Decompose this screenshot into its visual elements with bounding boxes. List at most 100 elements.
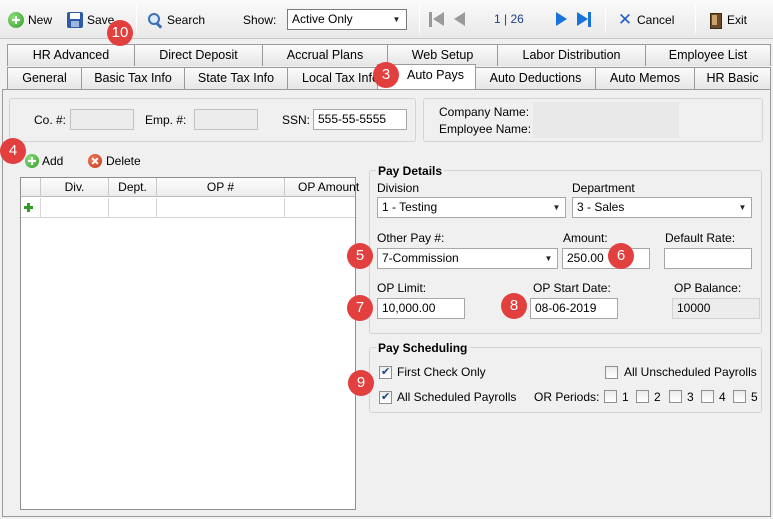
- period-1-label: 1: [622, 390, 629, 404]
- tab-state-tax-info[interactable]: State Tax Info: [184, 67, 288, 89]
- amount-label: Amount:: [563, 231, 608, 245]
- grid-header-div[interactable]: Div.: [41, 178, 109, 197]
- callout-badge: 8: [501, 293, 527, 319]
- cancel-icon: ✕: [617, 10, 633, 29]
- all-unscheduled-payrolls-checkbox[interactable]: [605, 366, 618, 379]
- tab-basic-tax-info[interactable]: Basic Tax Info: [81, 67, 185, 89]
- callout-badge: 3: [373, 62, 399, 88]
- period-2-checkbox[interactable]: [636, 390, 649, 403]
- names-display: [533, 102, 679, 138]
- previous-icon: [454, 12, 465, 26]
- next-record-button[interactable]: [555, 12, 571, 27]
- last-record-icon: [577, 12, 588, 26]
- add-icon: [25, 154, 39, 168]
- table-cell[interactable]: [109, 198, 157, 218]
- pay-details-title: Pay Details: [376, 164, 445, 178]
- grid-header-op-number[interactable]: OP #: [157, 178, 285, 197]
- other-pay-label: Other Pay #:: [377, 231, 445, 245]
- last-record-button[interactable]: [577, 12, 593, 27]
- default-rate-label: Default Rate:: [665, 231, 736, 245]
- tab-local-tax-info[interactable]: Local Tax Info: [287, 67, 378, 89]
- table-cell[interactable]: [285, 198, 357, 218]
- callout-badge: 4: [0, 138, 26, 164]
- tab-employee-list[interactable]: Employee List: [645, 44, 771, 66]
- grid-header-indicator: [21, 178, 41, 197]
- add-row-label: Add: [42, 154, 64, 168]
- tab-direct-deposit[interactable]: Direct Deposit: [134, 44, 263, 66]
- exit-button[interactable]: Exit: [707, 11, 747, 29]
- new-button[interactable]: New: [8, 11, 52, 29]
- tab-labor-distribution[interactable]: Labor Distribution: [497, 44, 646, 66]
- period-5-label: 5: [751, 390, 758, 404]
- table-cell[interactable]: [157, 198, 285, 218]
- emp-number-label: Emp. #:: [145, 113, 187, 127]
- period-1-checkbox[interactable]: [604, 390, 617, 403]
- other-pay-select[interactable]: 7-Commission ▼: [377, 248, 558, 269]
- chevron-down-icon: ▼: [738, 203, 747, 212]
- toolbar-separator: [136, 5, 137, 33]
- ssn-field[interactable]: 555-55-5555: [313, 109, 407, 130]
- department-value: 3 - Sales: [577, 200, 625, 214]
- or-periods-label: OR Periods:: [534, 390, 600, 404]
- division-label: Division: [377, 181, 420, 195]
- amount-field[interactable]: 250.00: [562, 248, 650, 269]
- table-cell[interactable]: [41, 198, 109, 218]
- op-start-date-label: OP Start Date:: [533, 281, 611, 295]
- co-number-label: Co. #:: [34, 113, 67, 127]
- delete-row-label: Delete: [106, 154, 141, 168]
- department-select[interactable]: 3 - Sales ▼: [572, 197, 752, 218]
- show-filter-value: Active Only: [292, 12, 353, 26]
- next-icon: [556, 12, 567, 26]
- tab-hr-advanced[interactable]: HR Advanced: [7, 44, 135, 66]
- tab-web-setup[interactable]: Web Setup: [387, 44, 498, 66]
- grid-header-op-amount[interactable]: OP Amount: [285, 178, 377, 197]
- division-value: 1 - Testing: [382, 200, 438, 214]
- all-unscheduled-payrolls-label: All Unscheduled Payrolls: [624, 365, 757, 379]
- default-rate-field[interactable]: [664, 248, 752, 269]
- tab-hr-basic[interactable]: HR Basic: [694, 67, 771, 89]
- period-2-label: 2: [654, 390, 661, 404]
- delete-row-button[interactable]: Delete: [88, 154, 141, 168]
- save-button[interactable]: Save: [67, 11, 114, 29]
- toolbar-separator: [419, 5, 420, 33]
- tab-auto-memos[interactable]: Auto Memos: [595, 67, 695, 89]
- previous-record-button[interactable]: [452, 12, 468, 27]
- ssn-label: SSN:: [282, 113, 311, 127]
- search-icon: [147, 12, 163, 28]
- auto-pays-grid[interactable]: Div. Dept. OP # OP Amount: [20, 177, 359, 510]
- period-4-checkbox[interactable]: [701, 390, 714, 403]
- save-icon: [67, 12, 83, 28]
- employee-name-label: Employee Name:: [439, 122, 532, 136]
- tab-accrual-plans[interactable]: Accrual Plans: [262, 44, 388, 66]
- all-scheduled-payrolls-checkbox[interactable]: [379, 390, 392, 404]
- grid-header: Div. Dept. OP # OP Amount: [21, 178, 359, 197]
- cancel-button[interactable]: ✕ Cancel: [617, 11, 674, 29]
- add-row-button[interactable]: Add: [25, 154, 63, 168]
- period-5-checkbox[interactable]: [733, 390, 746, 403]
- toolbar-separator: [605, 5, 606, 33]
- search-button[interactable]: Search: [147, 11, 205, 29]
- first-check-only-label: First Check Only: [397, 365, 486, 379]
- search-label: Search: [167, 13, 206, 27]
- first-check-only-checkbox[interactable]: [379, 365, 392, 379]
- op-start-date-field[interactable]: 08-06-2019: [530, 298, 618, 319]
- first-record-icon: [429, 12, 432, 27]
- record-position: 1 | 26: [494, 12, 524, 26]
- show-filter-select[interactable]: Active Only ▼: [287, 9, 407, 30]
- toolbar-separator: [695, 5, 696, 33]
- callout-badge: 5: [347, 243, 373, 269]
- period-3-checkbox[interactable]: [669, 390, 682, 403]
- new-label: New: [28, 13, 53, 27]
- tab-general[interactable]: General: [7, 67, 82, 89]
- table-row[interactable]: [21, 198, 355, 218]
- first-record-button[interactable]: [429, 12, 445, 27]
- grid-header-dept[interactable]: Dept.: [109, 178, 157, 197]
- division-select[interactable]: 1 - Testing ▼: [377, 197, 566, 218]
- new-row-indicator: [21, 198, 41, 218]
- op-balance-field: 10000: [672, 298, 760, 319]
- show-label: Show:: [243, 13, 277, 27]
- all-scheduled-payrolls-label: All Scheduled Payrolls: [397, 390, 517, 404]
- tab-auto-deductions[interactable]: Auto Deductions: [475, 67, 596, 89]
- op-limit-field[interactable]: 10,000.00: [377, 298, 465, 319]
- chevron-down-icon: ▼: [392, 15, 401, 24]
